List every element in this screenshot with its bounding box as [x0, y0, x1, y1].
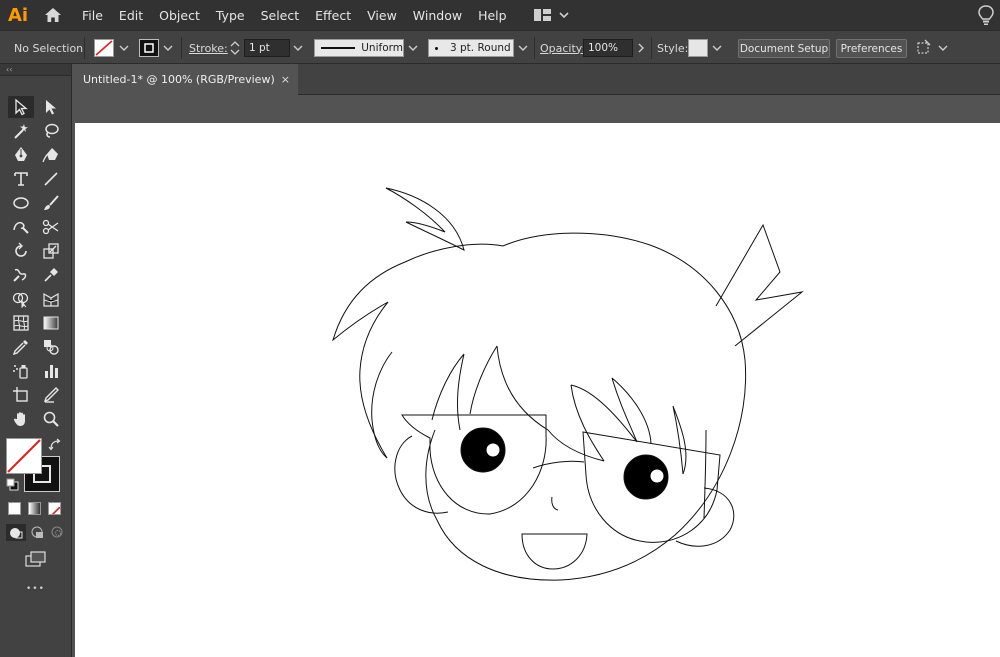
menu-help[interactable]: Help [470, 0, 515, 30]
swap-fill-stroke-icon[interactable] [48, 438, 62, 452]
direct-selection-tool-icon[interactable] [38, 96, 64, 118]
eyedropper-tool-icon[interactable] [8, 336, 34, 358]
brush-definition[interactable]: 3 pt. Round [428, 39, 514, 57]
chevron-down-icon[interactable] [516, 40, 530, 56]
app-logo: Ai [7, 4, 29, 26]
symbol-sprayer-tool-icon[interactable] [8, 360, 34, 382]
selection-status: No Selection [14, 41, 84, 55]
scale-tool-icon[interactable] [38, 240, 64, 262]
menu-edit[interactable]: Edit [111, 0, 151, 30]
menu-select[interactable]: Select [253, 0, 308, 30]
artboard[interactable] [75, 123, 1000, 657]
arrange-documents-icon[interactable] [915, 39, 949, 57]
separator [534, 37, 535, 59]
rotate-tool-icon[interactable] [8, 240, 34, 262]
stroke-label[interactable]: Stroke: [189, 31, 228, 65]
menu-object[interactable]: Object [151, 0, 208, 30]
pasteboard [73, 95, 1000, 123]
control-bar: No Selection Stroke: 1 pt Uniform 3 pt. … [0, 30, 1000, 64]
hand-tool-icon[interactable] [8, 408, 34, 430]
blend-tool-icon[interactable] [38, 336, 64, 358]
draw-behind-icon[interactable] [28, 524, 48, 541]
tools-panel: ‹‹ ••• [0, 64, 72, 657]
style-label: Style: [657, 41, 689, 55]
workspace-switcher-icon[interactable] [529, 0, 573, 30]
pen-tool-icon[interactable] [8, 144, 34, 166]
lightbulb-icon[interactable] [976, 4, 996, 26]
slice-tool-icon[interactable] [38, 384, 64, 406]
profile-line [321, 47, 356, 49]
column-graph-tool-icon[interactable] [38, 360, 64, 382]
chevron-down-icon[interactable] [710, 40, 724, 56]
artboard-tool-icon[interactable] [8, 384, 34, 406]
separator [651, 37, 652, 59]
profile-label: Uniform [361, 42, 403, 54]
home-icon[interactable] [36, 0, 70, 30]
edit-toolbar-icon[interactable]: ••• [26, 584, 45, 594]
scissors-tool-icon[interactable] [38, 216, 64, 238]
mesh-tool-icon[interactable] [8, 312, 34, 334]
lasso-tool-icon[interactable] [38, 120, 64, 142]
menu-file[interactable]: File [74, 0, 111, 30]
draw-normal-icon[interactable] [6, 524, 26, 541]
menu-type[interactable]: Type [208, 0, 253, 30]
fill-swatch[interactable] [94, 39, 114, 57]
magic-wand-tool-icon[interactable] [8, 120, 34, 142]
chevron-right-icon[interactable] [634, 40, 648, 56]
chevron-down-icon[interactable] [406, 40, 420, 56]
preferences-button[interactable]: Preferences [836, 39, 907, 58]
ellipse-tool-icon[interactable] [8, 192, 34, 214]
color-mode-icon[interactable] [8, 502, 21, 515]
document-tab-bar: Untitled-1* @ 100% (RGB/Preview) × [73, 64, 1000, 95]
zoom-tool-icon[interactable] [38, 408, 64, 430]
document-tab[interactable]: Untitled-1* @ 100% (RGB/Preview) × [73, 64, 298, 95]
separator [84, 37, 85, 59]
curvature-tool-icon[interactable] [38, 144, 64, 166]
chevron-down-icon[interactable] [291, 40, 305, 56]
type-tool-icon[interactable] [8, 168, 34, 190]
opacity-label[interactable]: Opacity: [540, 31, 585, 65]
brush-label: 3 pt. Round [450, 42, 511, 54]
variable-width-profile[interactable]: Uniform [314, 39, 404, 57]
panel-collapse-icon[interactable]: ‹‹ [0, 64, 71, 76]
none-mode-icon[interactable] [48, 502, 61, 515]
stroke-weight-input[interactable]: 1 pt [244, 39, 290, 57]
document-tab-title: Untitled-1* @ 100% (RGB/Preview) [83, 73, 275, 86]
warp-tool-icon[interactable] [8, 264, 34, 286]
stepper-arrows-icon[interactable] [229, 40, 241, 56]
draw-inside-icon[interactable] [48, 524, 68, 541]
line-segment-tool-icon[interactable] [38, 168, 64, 190]
document-setup-button[interactable]: Document Setup [738, 39, 830, 58]
chevron-down-icon[interactable] [161, 40, 175, 56]
close-icon[interactable]: × [281, 73, 290, 86]
default-fill-stroke-icon[interactable] [6, 478, 20, 492]
separator [181, 37, 182, 59]
fill-color-swatch-front[interactable] [6, 438, 42, 474]
menu-effect[interactable]: Effect [307, 0, 359, 30]
menu-window[interactable]: Window [405, 0, 470, 30]
menu-bar: Ai File Edit Object Type Select Effect V… [0, 0, 1000, 30]
chevron-down-icon[interactable] [117, 40, 131, 56]
shape-builder-tool-icon[interactable] [8, 288, 34, 310]
graphic-style-swatch[interactable] [688, 39, 708, 57]
stroke-swatch[interactable] [139, 39, 159, 57]
shaper-tool-icon[interactable] [8, 216, 34, 238]
screen-mode-icon[interactable] [24, 550, 48, 568]
gradient-tool-icon[interactable] [38, 312, 64, 334]
selection-tool-icon[interactable] [8, 96, 34, 118]
menu-view[interactable]: View [359, 0, 405, 30]
puppet-warp-tool-icon[interactable] [38, 264, 64, 286]
paintbrush-tool-icon[interactable] [38, 192, 64, 214]
perspective-grid-tool-icon[interactable] [38, 288, 64, 310]
opacity-input[interactable]: 100% [583, 39, 633, 57]
gradient-mode-icon[interactable] [28, 502, 41, 515]
brush-dot [435, 46, 438, 50]
